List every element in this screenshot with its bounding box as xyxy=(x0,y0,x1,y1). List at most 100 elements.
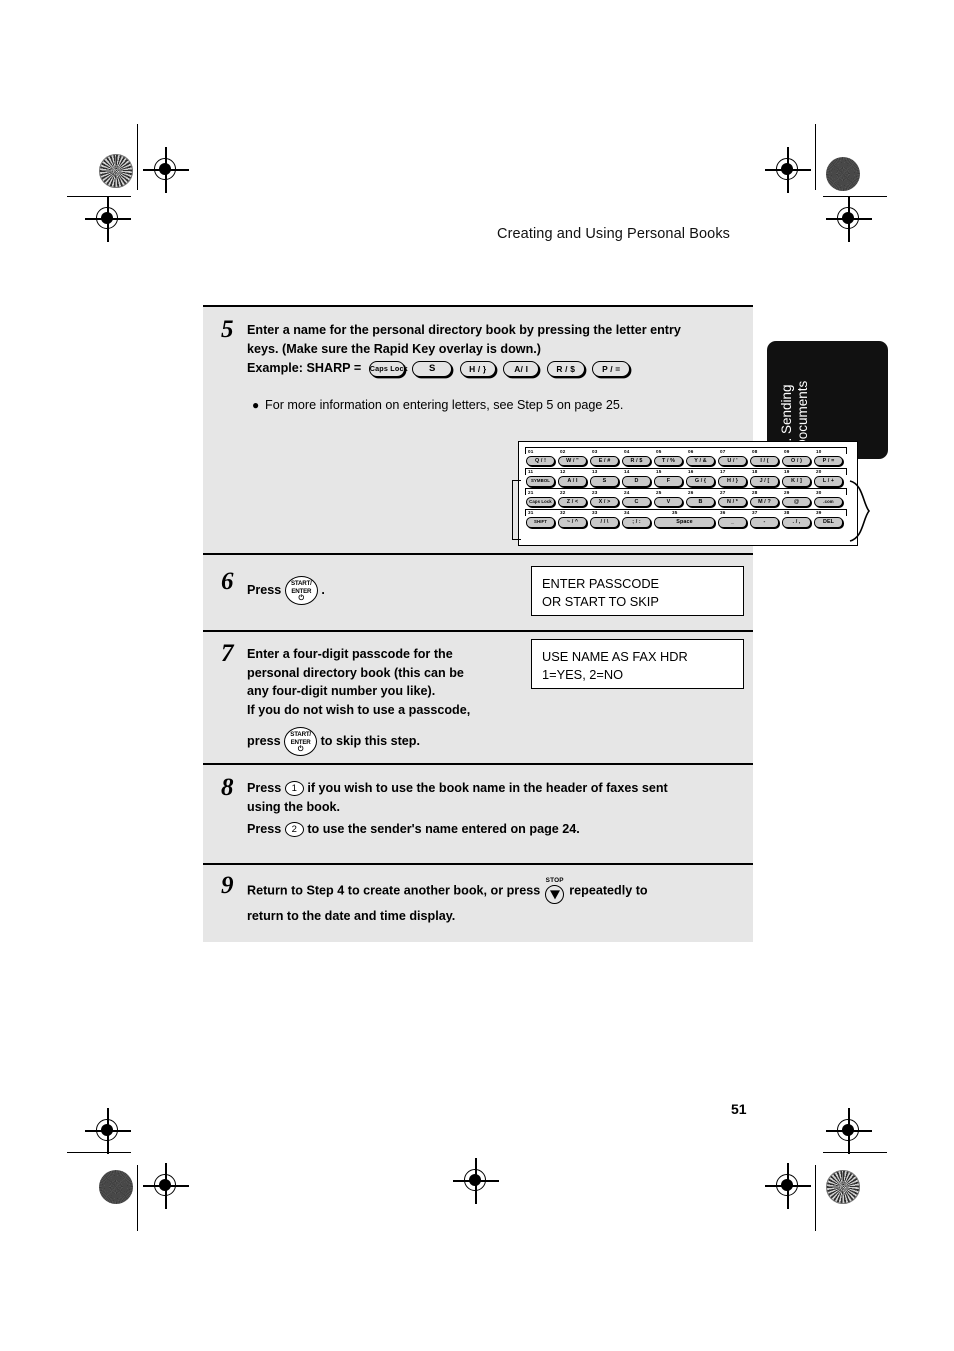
step-9-line-2: return to the date and time display. xyxy=(247,909,456,923)
overlay-key-f[interactable]: F xyxy=(654,476,683,487)
registration-mark-bottom-right-a xyxy=(826,1108,872,1154)
registration-mark-top-left-b xyxy=(85,196,131,242)
overlay-key-v[interactable]: V xyxy=(654,496,683,507)
start-enter-key[interactable]: START/ ENTER ⏻ xyxy=(284,576,318,605)
key-r[interactable]: R / $ xyxy=(546,360,585,377)
overlay-key-grid: 01 02 03 04 05 06 07 08 09 10 Q / ! W / … xyxy=(525,447,847,529)
page-number: 51 xyxy=(731,1101,747,1117)
stop-key[interactable]: STOP xyxy=(544,877,566,905)
overlay-num-31: 31 xyxy=(528,510,534,515)
overlay-key-k[interactable]: K / ] xyxy=(782,476,811,487)
overlay-num-02: 02 xyxy=(560,448,566,454)
overlay-num-14: 14 xyxy=(624,469,630,474)
overlay-num-20: 20 xyxy=(816,469,822,474)
star-target-mark-top-left xyxy=(99,154,133,188)
start-enter-key-step-7-line1: START/ xyxy=(290,731,311,738)
step-7-press-row: press START/ ENTER ⏻ to skip this step. xyxy=(247,727,539,756)
overlay-key-y[interactable]: Y / & xyxy=(686,455,715,466)
overlay-num-10: 10 xyxy=(816,448,822,454)
overlay-key-s[interactable]: S xyxy=(590,476,619,487)
overlay-num-09: 09 xyxy=(784,448,790,454)
key-caps-lock[interactable]: Caps Lock xyxy=(368,360,408,377)
overlay-key-w[interactable]: W / " xyxy=(558,455,587,466)
trim-line-bottom-right-vertical xyxy=(815,1165,817,1231)
overlay-key-at[interactable]: @ xyxy=(782,496,811,507)
overlay-num-03: 03 xyxy=(592,448,598,454)
overlay-key-t[interactable]: T / % xyxy=(654,455,683,466)
start-enter-key-step-7-line2: ENTER xyxy=(290,738,311,746)
overlay-row-2-numbers: 11 12 13 14 15 16 17 18 19 20 xyxy=(525,467,847,475)
overlay-key-z[interactable]: Z / < xyxy=(558,496,587,507)
overlay-num-29: 29 xyxy=(784,489,790,495)
divider-step-6 xyxy=(203,553,753,555)
numeric-key-2[interactable]: 2 xyxy=(284,822,304,838)
step-5-number: 5 xyxy=(221,316,234,343)
overlay-key-caps-lock[interactable]: Caps Lock xyxy=(526,496,555,507)
overlay-key-b[interactable]: B xyxy=(686,496,715,507)
key-p[interactable]: P / = xyxy=(592,360,631,377)
divider-step-9 xyxy=(203,863,753,865)
overlay-key-g[interactable]: G / { xyxy=(686,476,715,487)
bullet-dot-icon: ● xyxy=(252,398,260,412)
key-s[interactable]: S xyxy=(412,360,453,377)
overlay-key-q[interactable]: Q / ! xyxy=(526,455,555,466)
overlay-num-18: 18 xyxy=(752,469,758,474)
overlay-key-e[interactable]: E / # xyxy=(590,455,619,466)
overlay-num-07: 07 xyxy=(720,448,726,454)
overlay-num-25: 25 xyxy=(656,489,662,495)
overlay-key-symbol[interactable]: SYMBOL xyxy=(526,476,555,487)
overlay-key-period[interactable]: . / , xyxy=(782,517,811,528)
star-target-mark-bottom-right xyxy=(826,1170,860,1204)
stop-key-label: STOP xyxy=(545,877,564,884)
overlay-key-r[interactable]: R / $ xyxy=(622,455,651,466)
overlay-key-c[interactable]: C xyxy=(622,496,651,507)
start-enter-key-line2: ENTER xyxy=(291,587,312,595)
step-8-press-label-2: Press xyxy=(247,822,282,836)
step-7-line-1: Enter a four-digit passcode for the xyxy=(247,647,453,661)
key-a[interactable]: A/ I xyxy=(503,360,540,377)
overlay-key-slash[interactable]: / / \ xyxy=(590,517,619,528)
overlay-num-26: 26 xyxy=(688,489,694,495)
overlay-key-l[interactable]: L / + xyxy=(814,476,843,487)
overlay-key-x[interactable]: X / > xyxy=(590,496,619,507)
overlay-key-n[interactable]: N / * xyxy=(718,496,747,507)
overlay-num-05: 05 xyxy=(656,448,662,454)
start-enter-key-step-7[interactable]: START/ ENTER ⏻ xyxy=(284,727,318,756)
overlay-row-2-keys: SYMBOL A / I S D F G / { H / } J / [ K /… xyxy=(525,476,847,487)
overlay-num-06: 06 xyxy=(688,448,694,454)
overlay-key-semicolon[interactable]: ; / : xyxy=(622,517,651,528)
step-8-press-label-1: Press xyxy=(247,781,282,795)
lcd-display-step-6: ENTER PASSCODE OR START TO SKIP xyxy=(531,566,744,616)
overlay-key-a[interactable]: A / I xyxy=(558,476,587,487)
overlay-row-3-keys: Caps Lock Z / < X / > C V B N / * M / ? … xyxy=(525,496,847,508)
overlay-num-12: 12 xyxy=(560,469,566,474)
overlay-num-34: 34 xyxy=(624,510,630,515)
instruction-steps-panel: 5 Enter a name for the personal director… xyxy=(203,305,871,942)
overlay-key-m[interactable]: M / ? xyxy=(750,496,779,507)
overlay-row-1-keys: Q / ! W / " E / # R / $ T / % Y / & U / … xyxy=(525,455,847,467)
overlay-key-u[interactable]: U / ' xyxy=(718,455,747,466)
numeric-key-1[interactable]: 1 xyxy=(284,781,304,797)
overlay-key-j[interactable]: J / [ xyxy=(750,476,779,487)
overlay-key-h[interactable]: H / } xyxy=(718,476,747,487)
step-8-line-3: Press 2 to use the sender's name entered… xyxy=(247,820,747,839)
overlay-num-01: 01 xyxy=(528,448,534,454)
key-h[interactable]: H / } xyxy=(459,360,496,377)
overlay-key-shift[interactable]: SHIFT xyxy=(526,517,555,528)
step-6-press-label: Press xyxy=(247,582,282,597)
step-8-text-1a: if you wish to use the book name in the … xyxy=(307,781,668,795)
overlay-key-p[interactable]: P / = xyxy=(814,455,843,466)
overlay-key-hyphen[interactable]: - xyxy=(750,517,779,528)
registration-mark-bottom-right-b xyxy=(765,1163,811,1209)
overlay-key-i[interactable]: I / ( xyxy=(750,455,779,466)
overlay-key-tilde[interactable]: ~ / ^ xyxy=(558,517,587,528)
overlay-key-o[interactable]: O / ) xyxy=(782,455,811,466)
step-9-number: 9 xyxy=(221,872,234,899)
overlay-key-underscore[interactable]: _ xyxy=(718,517,747,528)
overlay-key-dotcom[interactable]: .com xyxy=(814,496,843,507)
solid-target-mark-bottom-left xyxy=(99,1170,133,1204)
overlay-key-del[interactable]: DEL xyxy=(814,517,843,528)
step-5-example-row: Example: SHARP = Caps Lock S H / } A/ I … xyxy=(247,359,747,378)
overlay-key-d[interactable]: D xyxy=(622,476,651,487)
overlay-key-space[interactable]: Space xyxy=(654,517,715,528)
